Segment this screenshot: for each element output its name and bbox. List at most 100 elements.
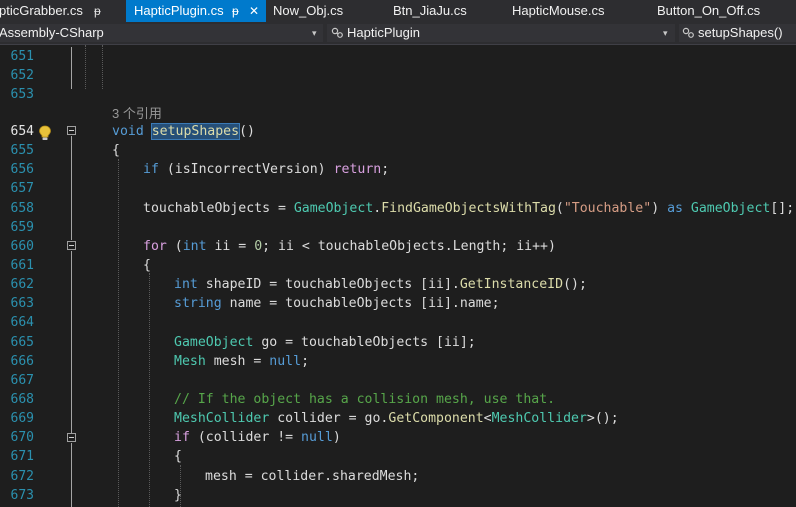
member-dropdown[interactable]: setupShapes() <box>679 24 796 42</box>
line-number: 655 <box>10 143 34 158</box>
punctuation: (); <box>563 277 587 292</box>
code-line-654[interactable]: void setupShapes() <box>112 122 255 141</box>
tab-hapticgrabber[interactable]: pticGrabber.cs ᵽ <box>0 0 126 22</box>
document-tab-strip: pticGrabber.cs ᵽ HapticPlugin.cs ᵽ ✕ Now… <box>0 0 796 22</box>
type-name: Mesh <box>174 354 206 369</box>
chevron-down-icon: ▾ <box>312 28 317 38</box>
punctuation: []; <box>770 201 795 216</box>
code-text: ( <box>166 239 183 254</box>
keyword: if <box>143 162 159 177</box>
navigation-bar: Assembly-CSharp ▾ HapticPlugin ▾ setupSh… <box>0 22 796 45</box>
close-brace: } <box>174 488 182 503</box>
keyword: as <box>667 201 683 216</box>
pin-icon[interactable]: ᵽ <box>94 0 101 22</box>
tab-label: HapticPlugin.cs <box>134 3 224 18</box>
code-text: ii = <box>206 239 255 254</box>
code-line-666[interactable]: Mesh mesh = null; <box>174 352 309 371</box>
lightbulb-icon[interactable] <box>38 125 52 141</box>
tab-hapticmouse[interactable]: HapticMouse.cs <box>504 0 652 22</box>
line-number: 673 <box>10 488 34 503</box>
punctuation: ) <box>651 201 668 216</box>
pin-icon[interactable]: ᵽ <box>232 0 239 22</box>
line-number: 670 <box>10 430 34 445</box>
project-name: Assembly-CSharp <box>0 25 104 40</box>
outline-line <box>71 443 72 507</box>
type-name: GameObject <box>293 201 374 216</box>
punctuation: < <box>483 411 492 426</box>
collapse-toggle[interactable] <box>67 433 76 442</box>
line-number: 654 <box>10 124 34 139</box>
open-brace: { <box>174 449 182 464</box>
close-icon[interactable]: ✕ <box>249 0 259 22</box>
code-line-662[interactable]: int shapeID = touchableObjects [ii].GetI… <box>174 275 587 294</box>
line-number: 660 <box>10 239 34 254</box>
tab-label: Now_Obj.cs <box>273 3 344 18</box>
code-line-655[interactable]: { <box>112 141 120 160</box>
line-number: 661 <box>10 258 34 273</box>
line-number: 659 <box>10 220 34 235</box>
punctuation: ( <box>555 201 564 216</box>
tab-hapticplugin[interactable]: HapticPlugin.cs ᵽ ✕ <box>126 0 266 22</box>
line-number: 664 <box>10 315 34 330</box>
number-literal: 0 <box>254 239 263 254</box>
method-name-highlight: setupShapes <box>150 123 241 140</box>
outline-line <box>71 136 72 240</box>
line-number: 668 <box>10 392 34 407</box>
member-name: setupShapes() <box>698 25 783 40</box>
open-brace: { <box>112 143 120 158</box>
chevron-down-icon: ▾ <box>663 28 668 38</box>
collapse-toggle[interactable] <box>67 241 76 250</box>
project-dropdown[interactable]: Assembly-CSharp ▾ <box>0 24 323 42</box>
type-dropdown[interactable]: HapticPlugin ▾ <box>327 24 675 42</box>
code-line-663[interactable]: string name = touchableObjects [ii].name… <box>174 294 500 313</box>
code-text: ; ii < touchableObjects.Length; ii++) <box>262 239 556 254</box>
code-line-658[interactable]: touchableObjects = GameObject.FindGameOb… <box>143 199 794 218</box>
comment: // If the object has a collision mesh, u… <box>174 392 556 407</box>
code-text: go = touchableObjects [ii]; <box>253 335 476 350</box>
code-line-661[interactable]: { <box>143 256 151 275</box>
line-number: 652 <box>10 68 34 83</box>
code-line-671[interactable]: { <box>174 447 182 466</box>
code-text: (collider != <box>189 430 302 445</box>
outline-line <box>71 251 72 433</box>
punctuation: ; <box>301 354 310 369</box>
punctuation: >(); <box>586 411 619 426</box>
tab-label: Button_On_Off.cs <box>657 3 761 18</box>
code-line-660[interactable]: for (int ii = 0; ii < touchableObjects.L… <box>143 237 556 256</box>
code-line-673[interactable]: } <box>174 486 182 505</box>
line-number: 669 <box>10 411 34 426</box>
type-name: MeshCollider <box>174 411 270 426</box>
code-line-670[interactable]: if (collider != null) <box>174 428 341 447</box>
keyword: null <box>269 354 302 369</box>
codelens-references[interactable]: 3 个引用 <box>112 103 162 122</box>
code-text: collider = go. <box>269 411 389 426</box>
keyword: void <box>112 124 144 139</box>
line-number: 671 <box>10 449 34 464</box>
indent-guide <box>118 159 119 507</box>
code-line-672[interactable]: mesh = collider.sharedMesh; <box>205 467 419 486</box>
punctuation: () <box>239 124 255 139</box>
outline-line <box>71 47 72 89</box>
code-editor[interactable]: 651 652 653 654 655 656 657 658 659 660 … <box>0 45 796 507</box>
code-text: shapeID = touchableObjects [ii]. <box>197 277 460 292</box>
type-name: GameObject <box>174 335 254 350</box>
code-line-669[interactable]: MeshCollider collider = go.GetComponent<… <box>174 409 619 428</box>
tab-now-obj[interactable]: Now_Obj.cs <box>266 0 386 22</box>
line-number: 672 <box>10 469 34 484</box>
keyword: return <box>333 162 382 177</box>
code-text: touchableObjects = <box>143 201 294 216</box>
tab-label: pticGrabber.cs <box>0 3 83 18</box>
collapse-toggle[interactable] <box>67 126 76 135</box>
code-line-668[interactable]: // If the object has a collision mesh, u… <box>174 390 555 409</box>
indent-guide <box>149 273 150 507</box>
tab-button-on-off[interactable]: Button_On_Off.cs <box>652 0 796 22</box>
indent-guide <box>85 45 86 89</box>
line-number: 651 <box>10 49 34 64</box>
tab-btn-jiaju[interactable]: Btn_JiaJu.cs <box>386 0 504 22</box>
line-number: 662 <box>10 277 34 292</box>
type-name: MeshCollider <box>491 411 587 426</box>
code-line-665[interactable]: GameObject go = touchableObjects [ii]; <box>174 333 476 352</box>
line-number: 663 <box>10 296 34 311</box>
code-line-656[interactable]: if (isIncorrectVersion) return; <box>143 160 389 179</box>
